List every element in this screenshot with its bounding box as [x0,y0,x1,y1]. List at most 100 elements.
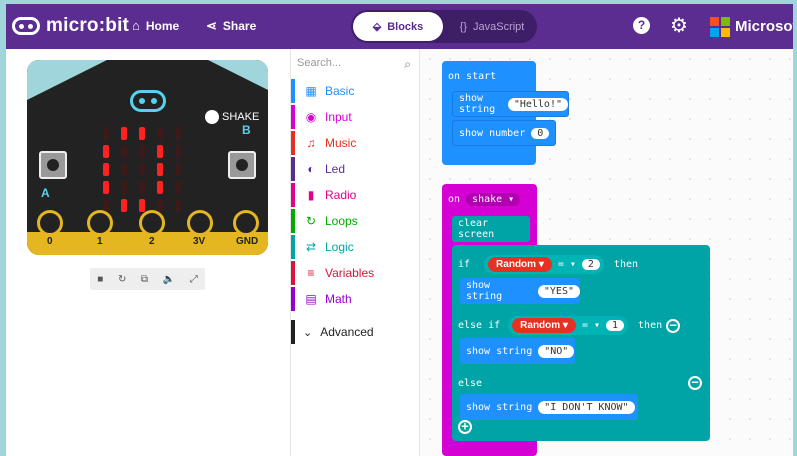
header-bar: micro:bit ⌂ Home ⋖ Share ⬙ Blocks {} Jav… [6,4,793,49]
category-music[interactable]: ♫ Music [291,131,421,155]
fullscreen-icon[interactable]: ⤢ [190,274,198,285]
search-icon[interactable]: ⌕ [404,57,411,72]
clear-screen-block[interactable]: clear screen [452,216,530,242]
shake-label: SHAKE [222,111,260,123]
led [175,127,181,140]
category-label: Loops [325,214,358,228]
led-matrix [103,127,183,212]
toggle-icon: ◐ [307,162,315,176]
show-string-label: show string [466,280,503,302]
category-math[interactable]: ▤ Math [291,287,421,311]
button-b-label: B [242,123,251,137]
led [103,145,109,158]
home-button[interactable]: ⌂ Home [132,18,179,33]
microsoft-logo-icon [710,17,730,37]
search-input[interactable]: Search... ⌕ [297,57,415,75]
slow-mo-icon[interactable]: ⧉ [141,274,148,285]
board-logo-icon[interactable] [130,90,166,112]
category-logic[interactable]: ⇄ Logic [291,235,421,259]
category-loops[interactable]: ↻ Loops [291,209,421,233]
signal-icon: ▮ [307,188,315,202]
remove-else-icon[interactable]: − [688,376,702,390]
number-value[interactable]: 0 [531,127,550,139]
if-label: if [458,259,471,270]
operator-dropdown[interactable]: = ▾ [558,259,576,270]
pin-1[interactable] [87,210,113,236]
help-icon[interactable]: ? [633,17,650,34]
compare-block-2[interactable]: Random ▾ = ▾ 1 [508,316,629,335]
led [175,199,181,212]
mute-icon[interactable]: 🔈 [163,274,175,285]
list-icon: ≡ [307,266,315,280]
search-placeholder: Search... [297,57,342,69]
pin-label: GND [236,236,259,247]
random-dropdown[interactable]: Random ▾ [488,257,552,272]
calculator-icon: ▤ [305,292,317,306]
led [157,199,163,212]
else-if-value[interactable]: 1 [606,320,625,331]
shake-button[interactable] [205,110,219,124]
show-string-idk-block[interactable]: show string "I DON'T KNOW" [460,394,638,420]
compare-block[interactable]: Random ▾ = ▾ 2 [484,255,604,274]
category-led[interactable]: ◐ Led [291,157,421,181]
category-input[interactable]: ◉ Input [291,105,421,129]
category-variables[interactable]: ≡ Variables [291,261,421,285]
button-b[interactable] [228,151,256,179]
shuffle-icon: ⇄ [305,240,317,254]
random-dropdown-2[interactable]: Random ▾ [512,318,576,333]
operator-dropdown-2[interactable]: = ▾ [582,320,600,331]
grid-icon: ▦ [305,84,317,98]
toolbox-panel: Search... ⌕ ▦ Basic ◉ Input ♫ Music ◐ Led ▮ Radio… [290,49,420,456]
if-value[interactable]: 2 [581,259,600,270]
blocks-tab-label: Blocks [387,20,424,33]
category-label: Music [325,136,357,150]
share-icon: ⋖ [206,18,217,33]
gesture-dropdown[interactable]: shake ▾ [466,193,521,206]
restart-icon[interactable]: ↻ [118,274,126,285]
category-radio[interactable]: ▮ Radio [291,183,421,207]
pin-3v [187,210,213,236]
led [157,145,163,158]
home-label: Home [145,18,180,33]
blocks-workspace[interactable]: on start show string "Hello!" show numbe… [420,49,793,456]
pin-gnd [233,210,259,236]
microbit-logo-icon [12,17,40,35]
share-button[interactable]: ⋖ Share [206,18,256,34]
pin-2[interactable] [139,210,165,236]
remove-else-if-icon[interactable]: − [666,318,681,333]
led [139,127,145,140]
category-advanced[interactable]: ⌄ Advanced [291,320,421,344]
javascript-tab[interactable]: {} JavaScript [449,12,535,41]
clear-screen-label: clear screen [458,218,495,240]
led [121,127,127,140]
button-a[interactable] [39,151,67,179]
yes-value[interactable]: "YES" [537,284,580,298]
led [139,163,145,176]
string-value[interactable]: "Hello!" [507,97,568,111]
pin-label: 0 [47,236,53,247]
show-string-no-block[interactable]: show string "NO" [460,338,575,364]
gear-icon[interactable]: ⚙ [670,13,688,38]
led [175,145,181,158]
led [175,163,181,176]
led [103,181,109,194]
show-string-block[interactable]: show string "Hello!" [452,91,569,117]
blocks-tab[interactable]: ⬙ Blocks [353,12,443,41]
category-basic[interactable]: ▦ Basic [291,79,421,103]
category-label: Basic [325,84,355,98]
show-number-block[interactable]: show number 0 [452,120,556,146]
category-label: Input [325,110,352,124]
idk-value[interactable]: "I DON'T KNOW" [538,400,635,414]
stop-icon[interactable]: ■ [97,274,103,285]
led [139,199,145,212]
add-branch-icon[interactable]: + [458,420,472,434]
no-value[interactable]: "NO" [538,344,575,358]
pin-0[interactable] [37,210,63,236]
microsoft-brand[interactable]: Microsoft [735,18,793,35]
show-string-yes-block[interactable]: show string "YES" [460,278,580,304]
else-label: else [458,378,483,389]
pin-label: 3V [193,236,206,247]
led [103,127,109,140]
microbit-logo[interactable]: micro:bit [12,15,129,37]
led [103,163,109,176]
